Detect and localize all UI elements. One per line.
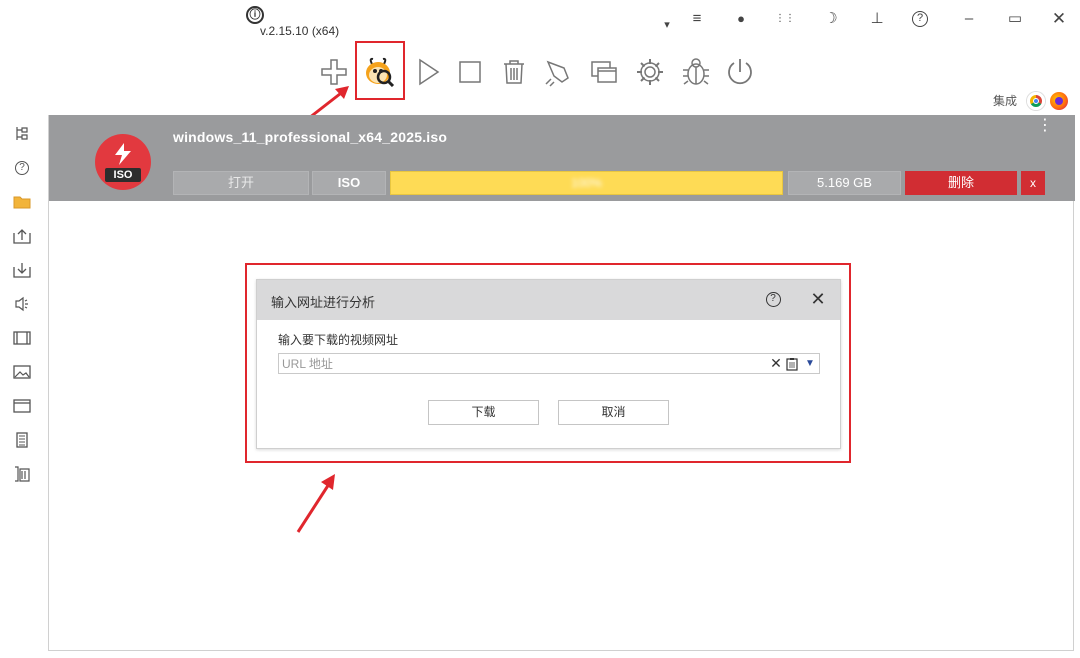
- play-icon[interactable]: [410, 54, 446, 90]
- image-icon[interactable]: [12, 363, 32, 381]
- collapse-icon[interactable]: ▾: [656, 14, 678, 36]
- version-label: v.2.15.10 (x64): [260, 24, 340, 38]
- folder-icon[interactable]: [12, 193, 32, 211]
- settings-gear-icon[interactable]: [632, 54, 668, 90]
- dialog-title: 输入网址进行分析: [271, 295, 376, 310]
- remove-task-button[interactable]: x: [1021, 171, 1045, 195]
- progress-text: 100%: [571, 176, 602, 190]
- rocket-icon[interactable]: [540, 54, 576, 90]
- record-icon[interactable]: ●: [730, 8, 752, 30]
- audio-icon[interactable]: [12, 295, 32, 313]
- dialog-header: 输入网址进行分析 ? ✕: [257, 280, 840, 320]
- grabber-bug-icon[interactable]: [361, 53, 397, 89]
- clear-url-icon[interactable]: ✕: [769, 355, 783, 372]
- url-field: ✕ ▼: [278, 353, 820, 374]
- download-icon[interactable]: [12, 261, 32, 279]
- left-sidebar: ?: [0, 115, 48, 658]
- pointer-arrow-bottom: [296, 474, 335, 533]
- paste-clipboard-icon[interactable]: [786, 357, 798, 371]
- open-button[interactable]: 打开: [173, 171, 309, 195]
- help-icon[interactable]: ?: [912, 11, 928, 27]
- stop-icon[interactable]: [452, 54, 488, 90]
- file-type-label: ISO: [312, 171, 386, 195]
- url-analyze-dialog: 输入网址进行分析 ? ✕ 输入要下载的视频网址 ✕ ▼ 下载 取消: [256, 279, 841, 449]
- upload-icon[interactable]: [12, 227, 32, 245]
- app-window: ⓘ v.2.15.10 (x64) ▾ ≡ ● ⋮⋮ ☽ ⊥ ? – ▭ ✕ 集…: [0, 0, 1080, 658]
- archive-icon[interactable]: [12, 465, 32, 483]
- more-options-icon[interactable]: ⋮: [1037, 118, 1053, 134]
- file-size: 5.169 GB: [788, 171, 901, 195]
- help-circle-icon[interactable]: ?: [12, 159, 32, 177]
- close-window-icon[interactable]: ✕: [1048, 8, 1070, 30]
- iso-file-icon: ISO: [95, 134, 151, 190]
- cancel-button[interactable]: 取消: [558, 400, 669, 425]
- url-field-label: 输入要下载的视频网址: [278, 333, 399, 347]
- app-logo-icon: ⓘ: [246, 6, 264, 24]
- firefox-icon[interactable]: [1050, 92, 1068, 110]
- dialog-close-icon[interactable]: ✕: [808, 289, 828, 309]
- pin-icon[interactable]: ⊥: [866, 8, 888, 30]
- delete-button[interactable]: 删除: [905, 171, 1017, 195]
- task-filename: windows_11_professional_x64_2025.iso: [173, 129, 448, 145]
- integration-label: 集成: [993, 94, 1018, 108]
- chrome-icon[interactable]: [1027, 92, 1045, 110]
- url-input[interactable]: [279, 354, 759, 373]
- video-icon[interactable]: [12, 329, 32, 347]
- bug-icon[interactable]: [678, 54, 714, 90]
- maximize-icon[interactable]: ▭: [1004, 8, 1026, 30]
- minimize-icon[interactable]: –: [958, 8, 980, 30]
- trash-icon[interactable]: [496, 54, 532, 90]
- windows-icon[interactable]: [586, 54, 622, 90]
- window-icon[interactable]: [12, 397, 32, 415]
- progress-bar: 100%: [390, 171, 783, 195]
- download-button[interactable]: 下载: [428, 400, 539, 425]
- history-dropdown-icon[interactable]: ▼: [803, 356, 817, 372]
- document-icon[interactable]: [12, 431, 32, 449]
- task-row[interactable]: ISO windows_11_professional_x64_2025.iso…: [49, 115, 1075, 201]
- power-icon[interactable]: [722, 54, 758, 90]
- equalizer-icon[interactable]: ⋮⋮: [774, 8, 796, 30]
- dialog-help-icon[interactable]: ?: [764, 291, 782, 309]
- iso-badge-label: ISO: [105, 168, 141, 182]
- menu-icon[interactable]: ≡: [686, 8, 708, 30]
- tree-icon[interactable]: [12, 125, 32, 143]
- night-mode-icon[interactable]: ☽: [820, 8, 842, 30]
